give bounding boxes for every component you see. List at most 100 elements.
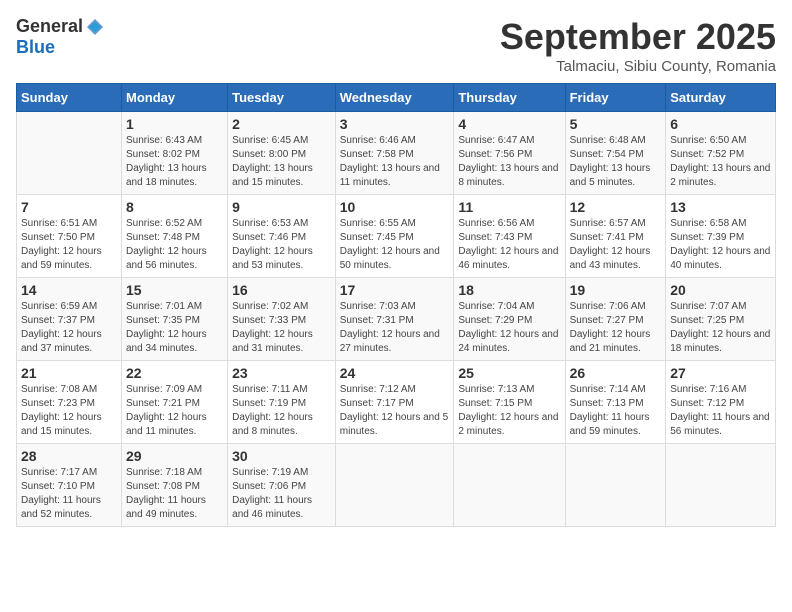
day-number: 13 — [670, 199, 771, 215]
logo-general: General — [16, 16, 83, 37]
day-number: 23 — [232, 365, 331, 381]
calendar-cell: 18 Sunrise: 7:04 AMSunset: 7:29 PMDayligh… — [454, 278, 565, 361]
day-info: Sunrise: 7:02 AMSunset: 7:33 PMDaylight:… — [232, 300, 331, 356]
calendar-cell: 23 Sunrise: 7:11 AMSunset: 7:19 PMDayligh… — [228, 361, 336, 444]
day-number: 9 — [232, 199, 331, 215]
day-info: Sunrise: 6:50 AMSunset: 7:52 PMDaylight:… — [670, 134, 771, 190]
day-number: 10 — [340, 199, 450, 215]
day-info: Sunrise: 6:45 AMSunset: 8:00 PMDaylight:… — [232, 134, 331, 190]
day-info: Sunrise: 6:53 AMSunset: 7:46 PMDaylight:… — [232, 217, 331, 273]
calendar-cell: 11 Sunrise: 6:56 AMSunset: 7:43 PMDayligh… — [454, 195, 565, 278]
calendar-cell: 1 Sunrise: 6:43 AMSunset: 8:02 PMDaylight… — [121, 112, 227, 195]
day-number: 15 — [126, 282, 223, 298]
day-info: Sunrise: 7:08 AMSunset: 7:23 PMDaylight:… — [21, 383, 117, 439]
logo-icon — [85, 17, 105, 37]
calendar-row-2: 14 Sunrise: 6:59 AMSunset: 7:37 PMDayligh… — [17, 278, 776, 361]
day-info: Sunrise: 6:51 AMSunset: 7:50 PMDaylight:… — [21, 217, 117, 273]
day-info: Sunrise: 7:06 AMSunset: 7:27 PMDaylight:… — [570, 300, 662, 356]
header-wednesday: Wednesday — [335, 84, 454, 112]
day-number: 27 — [670, 365, 771, 381]
header-monday: Monday — [121, 84, 227, 112]
calendar-cell: 6 Sunrise: 6:50 AMSunset: 7:52 PMDaylight… — [666, 112, 776, 195]
calendar-cell: 13Sunrise: 6:58 AMSunset: 7:39 PMDayligh… — [666, 195, 776, 278]
calendar-cell: 2 Sunrise: 6:45 AMSunset: 8:00 PMDaylight… — [228, 112, 336, 195]
month-title: September 2025 — [500, 16, 776, 58]
day-number: 22 — [126, 365, 223, 381]
day-info: Sunrise: 7:14 AMSunset: 7:13 PMDaylight:… — [570, 383, 662, 439]
calendar-cell: 25 Sunrise: 7:13 AMSunset: 7:15 PMDayligh… — [454, 361, 565, 444]
day-number: 21 — [21, 365, 117, 381]
day-number: 18 — [458, 282, 560, 298]
calendar-cell: 26 Sunrise: 7:14 AMSunset: 7:13 PMDayligh… — [565, 361, 666, 444]
day-info: Sunrise: 6:55 AMSunset: 7:45 PMDaylight:… — [340, 217, 450, 273]
day-number: 7 — [21, 199, 117, 215]
day-info: Sunrise: 6:59 AMSunset: 7:37 PMDaylight:… — [21, 300, 117, 356]
day-info: Sunrise: 6:56 AMSunset: 7:43 PMDaylight:… — [458, 217, 560, 273]
header-tuesday: Tuesday — [228, 84, 336, 112]
calendar-cell — [454, 444, 565, 527]
title-block: September 2025 Talmaciu, Sibiu County, R… — [500, 16, 776, 75]
day-number: 26 — [570, 365, 662, 381]
header-sunday: Sunday — [17, 84, 122, 112]
header-friday: Friday — [565, 84, 666, 112]
day-number: 8 — [126, 199, 223, 215]
day-number: 1 — [126, 116, 223, 132]
calendar-row-4: 28 Sunrise: 7:17 AMSunset: 7:10 PMDayligh… — [17, 444, 776, 527]
calendar-cell: 4Sunrise: 6:47 AMSunset: 7:56 PMDaylight… — [454, 112, 565, 195]
calendar-cell — [335, 444, 454, 527]
day-info: Sunrise: 6:43 AMSunset: 8:02 PMDaylight:… — [126, 134, 223, 190]
calendar-cell: 19 Sunrise: 7:06 AMSunset: 7:27 PMDayligh… — [565, 278, 666, 361]
day-info: Sunrise: 7:16 AMSunset: 7:12 PMDaylight:… — [670, 383, 771, 439]
location-title: Talmaciu, Sibiu County, Romania — [500, 58, 776, 75]
day-info: Sunrise: 7:01 AMSunset: 7:35 PMDaylight:… — [126, 300, 223, 356]
day-number: 3 — [340, 116, 450, 132]
day-info: Sunrise: 7:03 AMSunset: 7:31 PMDaylight:… — [340, 300, 450, 356]
day-number: 24 — [340, 365, 450, 381]
day-info: Sunrise: 7:12 AMSunset: 7:17 PMDaylight:… — [340, 383, 450, 439]
calendar-cell: 16 Sunrise: 7:02 AMSunset: 7:33 PMDayligh… — [228, 278, 336, 361]
day-info: Sunrise: 7:04 AMSunset: 7:29 PMDaylight:… — [458, 300, 560, 356]
day-number: 2 — [232, 116, 331, 132]
calendar-cell — [17, 112, 122, 195]
calendar-row-1: 7 Sunrise: 6:51 AMSunset: 7:50 PMDaylight… — [17, 195, 776, 278]
day-info: Sunrise: 6:52 AMSunset: 7:48 PMDaylight:… — [126, 217, 223, 273]
day-info: Sunrise: 7:11 AMSunset: 7:19 PMDaylight:… — [232, 383, 331, 439]
calendar-cell: 29Sunrise: 7:18 AMSunset: 7:08 PMDayligh… — [121, 444, 227, 527]
header-saturday: Saturday — [666, 84, 776, 112]
day-info: Sunrise: 6:46 AMSunset: 7:58 PMDaylight:… — [340, 134, 450, 190]
calendar-cell: 30Sunrise: 7:19 AMSunset: 7:06 PMDayligh… — [228, 444, 336, 527]
day-number: 19 — [570, 282, 662, 298]
day-info: Sunrise: 6:57 AMSunset: 7:41 PMDaylight:… — [570, 217, 662, 273]
day-number: 16 — [232, 282, 331, 298]
day-info: Sunrise: 7:17 AMSunset: 7:10 PMDaylight:… — [21, 466, 117, 522]
calendar-cell: 9 Sunrise: 6:53 AMSunset: 7:46 PMDaylight… — [228, 195, 336, 278]
header-thursday: Thursday — [454, 84, 565, 112]
calendar-cell: 24 Sunrise: 7:12 AMSunset: 7:17 PMDayligh… — [335, 361, 454, 444]
day-number: 25 — [458, 365, 560, 381]
day-number: 28 — [21, 448, 117, 464]
calendar-row-3: 21 Sunrise: 7:08 AMSunset: 7:23 PMDayligh… — [17, 361, 776, 444]
calendar-cell: 21 Sunrise: 7:08 AMSunset: 7:23 PMDayligh… — [17, 361, 122, 444]
logo-blue: Blue — [16, 37, 55, 58]
day-info: Sunrise: 6:47 AMSunset: 7:56 PMDaylight:… — [458, 134, 560, 190]
calendar-cell: 27 Sunrise: 7:16 AMSunset: 7:12 PMDayligh… — [666, 361, 776, 444]
day-number: 6 — [670, 116, 771, 132]
day-number: 30 — [232, 448, 331, 464]
day-number: 20 — [670, 282, 771, 298]
day-info: Sunrise: 7:13 AMSunset: 7:15 PMDaylight:… — [458, 383, 560, 439]
calendar-cell: 12 Sunrise: 6:57 AMSunset: 7:41 PMDayligh… — [565, 195, 666, 278]
calendar-cell — [666, 444, 776, 527]
calendar-cell: 8 Sunrise: 6:52 AMSunset: 7:48 PMDaylight… — [121, 195, 227, 278]
day-info: Sunrise: 6:48 AMSunset: 7:54 PMDaylight:… — [570, 134, 662, 190]
day-number: 11 — [458, 199, 560, 215]
calendar-cell: 7 Sunrise: 6:51 AMSunset: 7:50 PMDaylight… — [17, 195, 122, 278]
day-number: 12 — [570, 199, 662, 215]
day-info: Sunrise: 7:09 AMSunset: 7:21 PMDaylight:… — [126, 383, 223, 439]
day-number: 14 — [21, 282, 117, 298]
day-number: 29 — [126, 448, 223, 464]
calendar-cell: 14 Sunrise: 6:59 AMSunset: 7:37 PMDayligh… — [17, 278, 122, 361]
calendar-cell: 10 Sunrise: 6:55 AMSunset: 7:45 PMDayligh… — [335, 195, 454, 278]
calendar-cell: 17 Sunrise: 7:03 AMSunset: 7:31 PMDayligh… — [335, 278, 454, 361]
logo: General Blue — [16, 16, 105, 58]
day-number: 17 — [340, 282, 450, 298]
